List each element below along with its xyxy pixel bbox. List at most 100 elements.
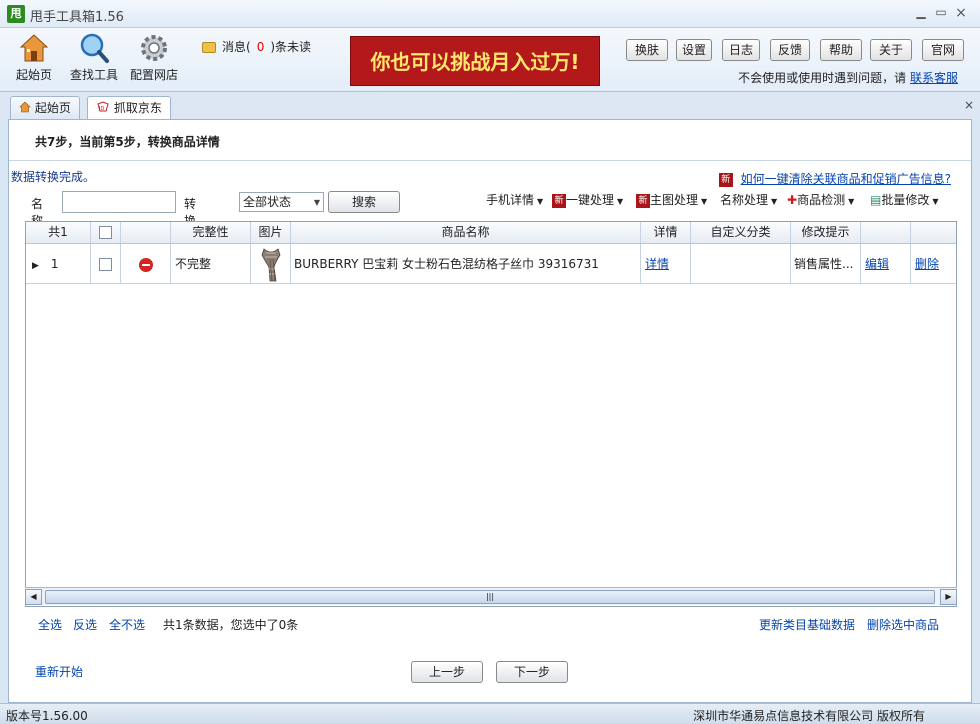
action-label: 手机详情 [486, 193, 535, 207]
message-notice[interactable]: 消息(0)条未读 [202, 38, 311, 55]
divider [9, 160, 971, 161]
batch-edit-icon: ▤ [870, 193, 882, 207]
settings-button[interactable]: 设置 [676, 39, 712, 61]
close-window-button[interactable]: × [952, 5, 970, 21]
house-icon [18, 32, 50, 64]
scrollbar-thumb[interactable]: ||| [45, 590, 935, 604]
row-delete-cell: 删除 [911, 244, 956, 283]
new-badge-icon: 新 [718, 172, 733, 187]
state-select-value: 全部状态 [243, 195, 292, 209]
horizontal-scrollbar[interactable]: ◀ ||| ▶ [25, 587, 957, 605]
dropdown-arrow-icon: ▼ [848, 197, 855, 206]
minimize-button[interactable]: ▁ [912, 5, 930, 21]
main-toolbar: 起始页 查找工具 配置网店 消息(0)条未读 你也可以挑战月入过万! 换肤 设置… [0, 28, 980, 92]
gear-icon [138, 32, 170, 64]
main-image-menu[interactable]: 新主图处理 ▼ [636, 191, 707, 208]
tab-label: 抓取京东 [113, 101, 162, 115]
search-button[interactable]: 搜索 [328, 191, 400, 213]
row-pointer-icon: ▶ [32, 261, 39, 271]
scroll-right-icon[interactable]: ▶ [940, 589, 957, 605]
col-image-header: 图片 [251, 222, 291, 243]
scroll-left-icon[interactable]: ◀ [25, 589, 42, 605]
feedback-button[interactable]: 反馈 [770, 39, 810, 61]
delete-selected-link[interactable]: 删除选中商品 [867, 616, 939, 633]
row-number-cell: ▶ 1 [26, 244, 91, 283]
tab-grab-jd[interactable]: JD 抓取京东 [87, 96, 171, 121]
invert-selection-link[interactable]: 反选 [73, 616, 97, 633]
tool-find-tools[interactable]: 查找工具 [64, 32, 124, 83]
select-none-link[interactable]: 全不选 [109, 616, 145, 633]
help-text: 不会使用或使用时遇到问题，请 [738, 71, 907, 85]
row-detail-cell: 详情 [641, 244, 691, 283]
action-label: 商品检测 [797, 193, 846, 207]
dropdown-arrow-icon: ▼ [932, 197, 939, 206]
tool-start-page[interactable]: 起始页 [4, 32, 64, 83]
help-button[interactable]: 帮助 [820, 39, 862, 61]
select-all-link[interactable]: 全选 [38, 616, 62, 633]
dropdown-arrow-icon: ▼ [313, 198, 320, 207]
row-hint: 销售属性... [791, 244, 861, 283]
about-button[interactable]: 关于 [870, 39, 912, 61]
row-image-cell[interactable] [251, 244, 291, 283]
product-grid: 共1 完整性 图片 商品名称 详情 自定义分类 修改提示 ▶ 1 不完整 BURB… [25, 221, 957, 607]
faq-link[interactable]: 如何一键清除关联商品和促销广告信息? [741, 172, 951, 186]
col-count-header: 共1 [26, 222, 91, 243]
contact-support-link[interactable]: 联系客服 [910, 71, 958, 85]
col-detail-header: 详情 [641, 222, 691, 243]
prev-step-button[interactable]: 上一步 [411, 661, 483, 683]
message-suffix: )条未读 [270, 40, 312, 54]
faq-notice: 新 如何一键清除关联商品和促销广告信息? [718, 170, 951, 187]
tab-label: 起始页 [34, 101, 71, 115]
tool-label: 查找工具 [69, 68, 118, 82]
official-site-button[interactable]: 官网 [922, 39, 964, 61]
tool-configure-store[interactable]: 配置网店 [124, 32, 184, 83]
detail-link[interactable]: 详情 [645, 257, 669, 271]
maximize-button[interactable]: ▭ [932, 5, 950, 21]
name-input[interactable] [62, 191, 176, 213]
promo-banner[interactable]: 你也可以挑战月入过万! [350, 36, 600, 86]
dropdown-arrow-icon: ▼ [771, 197, 778, 206]
close-tab-button[interactable]: × [964, 98, 974, 112]
new-badge-icon: 新 [552, 193, 566, 208]
delete-link[interactable]: 删除 [915, 257, 939, 271]
conversion-status: 数据转换完成。 [11, 170, 96, 184]
col-hint-header: 修改提示 [791, 222, 861, 243]
col-select-all[interactable] [91, 222, 121, 243]
one-click-menu[interactable]: 新一键处理 ▼ [552, 191, 623, 208]
restart-link[interactable]: 重新开始 [35, 663, 83, 680]
select-all-checkbox[interactable] [99, 226, 112, 239]
selection-summary: 共1条数据，您选中了0条 [163, 618, 299, 632]
skin-button[interactable]: 换肤 [626, 39, 668, 61]
scarf-thumbnail-icon [254, 247, 288, 283]
col-category-header: 自定义分类 [691, 222, 791, 243]
status-bar: 版本号1.56.00 深圳市华通易点信息技术有限公司 版权所有 [0, 703, 980, 724]
help-line: 不会使用或使用时遇到问题，请 联系客服 [738, 69, 958, 86]
dropdown-arrow-icon: ▼ [701, 197, 708, 206]
state-select[interactable]: 全部状态 ▼ [239, 192, 324, 212]
product-check-menu[interactable]: ✚商品检测 ▼ [787, 191, 854, 208]
action-label: 名称处理 [720, 193, 769, 207]
row-checkbox[interactable] [99, 258, 112, 271]
row-edit-cell: 编辑 [861, 244, 911, 283]
app-logo-icon: 甩 [7, 5, 25, 23]
title-bar: 甩 甩手工具箱1.56 ▁ ▭ × [0, 0, 980, 28]
red-cross-icon: ✚ [787, 193, 798, 207]
name-process-menu[interactable]: 名称处理 ▼ [720, 191, 777, 208]
row-select-cell[interactable] [91, 244, 121, 283]
svg-text:JD: JD [98, 106, 104, 112]
log-button[interactable]: 日志 [722, 39, 760, 61]
edit-link[interactable]: 编辑 [865, 257, 889, 271]
tool-label: 配置网店 [129, 68, 178, 82]
stop-icon [138, 257, 153, 272]
row-integrity: 不完整 [171, 244, 251, 283]
batch-edit-menu[interactable]: ▤批量修改 ▼ [870, 191, 939, 208]
mobile-detail-menu[interactable]: 手机详情 ▼ [486, 191, 543, 208]
row-number: 1 [50, 257, 59, 271]
next-step-button[interactable]: 下一步 [496, 661, 568, 683]
main-panel: 共7步，当前第5步，转换商品详情 数据转换完成。 新 如何一键清除关联商品和促销… [8, 119, 972, 703]
table-row[interactable]: ▶ 1 不完整 BURBERRY 巴宝莉 女士粉石色混纺格子丝巾 39316731… [26, 244, 956, 284]
tab-start-page[interactable]: 起始页 [10, 96, 80, 120]
grid-header: 共1 完整性 图片 商品名称 详情 自定义分类 修改提示 [26, 222, 956, 244]
row-status-cell [121, 244, 171, 283]
update-category-link[interactable]: 更新类目基础数据 [759, 616, 855, 633]
